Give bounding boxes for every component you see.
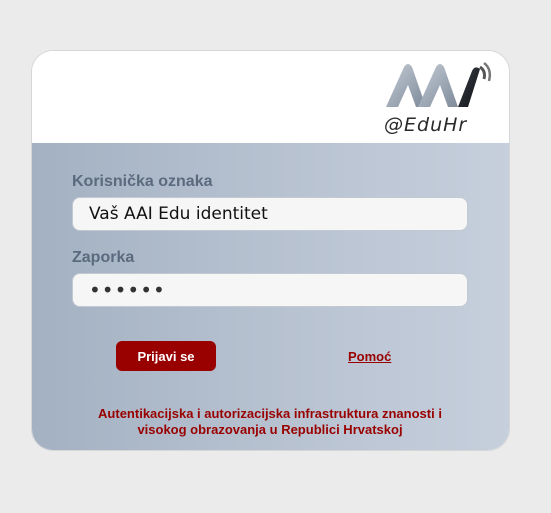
logo-caption: @EduHr <box>384 114 468 136</box>
card-header: @EduHr <box>32 51 509 143</box>
help-link[interactable]: Pomoć <box>348 349 391 364</box>
password-label: Zaporka <box>72 249 135 266</box>
password-input[interactable] <box>72 273 468 307</box>
login-form: Korisnička oznaka Zaporka Prijavi se Pom… <box>32 143 509 450</box>
login-card: @EduHr Korisnička oznaka Zaporka Prijavi… <box>31 50 510 451</box>
login-button[interactable]: Prijavi se <box>116 341 216 371</box>
footer-text: Autentikacijska i autorizacijska infrast… <box>72 406 468 438</box>
username-label: Korisnička oznaka <box>72 173 213 190</box>
footer-line-2: visokog obrazovanja u Republici Hrvatsko… <box>137 422 403 437</box>
username-input[interactable] <box>72 197 468 231</box>
footer-line-1: Autentikacijska i autorizacijska infrast… <box>98 406 442 421</box>
